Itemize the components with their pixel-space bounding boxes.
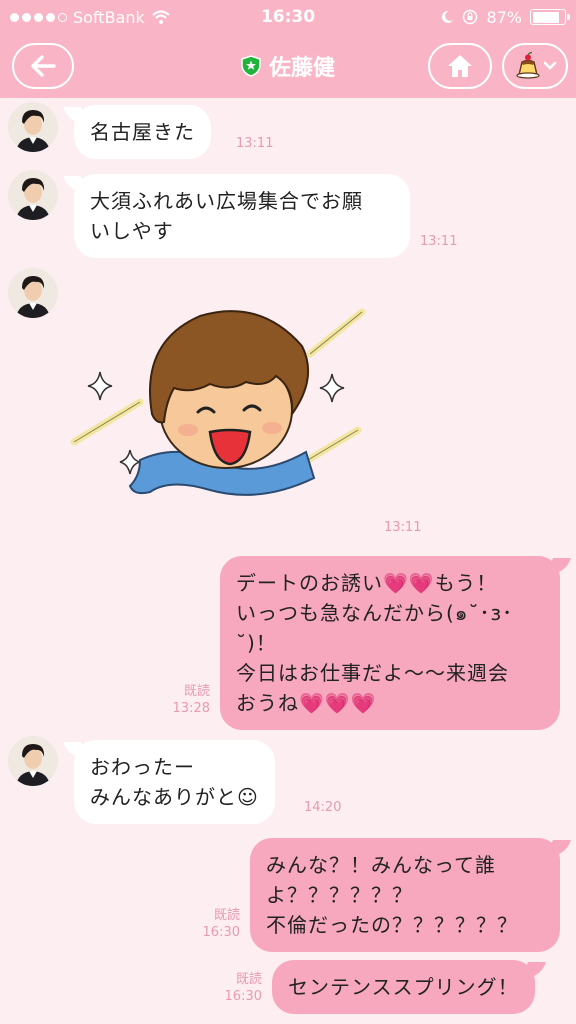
arrow-left-icon	[31, 55, 56, 77]
rotation-lock-icon	[463, 9, 478, 25]
contact-name: 佐藤健	[268, 56, 335, 81]
message-time: 14:20	[304, 800, 342, 815]
message-bubble-outgoing[interactable]: みんな？！みんなって誰 よ？？？？？？ 不倫だったの？？？？？？	[250, 838, 560, 952]
contact-avatar[interactable]	[8, 170, 58, 220]
pudding-icon	[516, 51, 540, 79]
contact-avatar[interactable]	[8, 268, 58, 318]
contact-avatar[interactable]	[8, 102, 58, 152]
home-icon	[448, 55, 472, 77]
message-bubble-outgoing[interactable]: センテンススプリング！	[272, 960, 535, 1014]
carrier-name: SoftBank	[73, 7, 145, 27]
battery-icon	[530, 9, 570, 25]
message-bubble-incoming[interactable]: 名古屋きた	[74, 105, 211, 159]
chat-header: 佐藤健	[0, 34, 576, 98]
message-bubble-incoming[interactable]: 大須ふれあい広場集合でお願 いしやす	[74, 174, 410, 258]
signal-strength-icon	[10, 12, 67, 22]
chevron-down-icon	[543, 61, 557, 70]
message-time: 13:28	[172, 701, 210, 716]
read-receipt: 既読	[213, 908, 240, 923]
battery-fill	[532, 11, 560, 23]
home-button[interactable]	[428, 43, 492, 89]
message-time: 13:11	[236, 136, 274, 151]
moon-icon	[442, 10, 454, 23]
message-bubble-outgoing[interactable]: デートのお誘い💗💗もう！ いっつも急なんだから(๑˘･з･ ˘)！ 今日はお仕事…	[220, 556, 560, 730]
battery-percent: 87%	[486, 7, 522, 27]
status-bar: SoftBank 16:30 87%	[0, 0, 576, 34]
message-bubble-incoming[interactable]: おわったー みんなありがと☺	[74, 740, 275, 824]
status-right: 87%	[440, 7, 570, 27]
laughing-boy-sticker[interactable]	[70, 292, 370, 512]
back-button[interactable]	[12, 43, 74, 89]
theme-menu-button[interactable]	[502, 43, 568, 89]
status-left: SoftBank	[10, 8, 440, 27]
message-time: 16:30	[224, 989, 262, 1004]
message-time: 16:30	[202, 925, 240, 940]
message-time: 13:11	[384, 520, 422, 535]
contact-avatar[interactable]	[8, 736, 58, 786]
official-shield-icon	[241, 55, 261, 77]
wifi-icon	[152, 10, 170, 24]
read-receipt: 既読	[235, 972, 262, 987]
message-time: 13:11	[420, 234, 458, 249]
read-receipt: 既読	[183, 684, 210, 699]
